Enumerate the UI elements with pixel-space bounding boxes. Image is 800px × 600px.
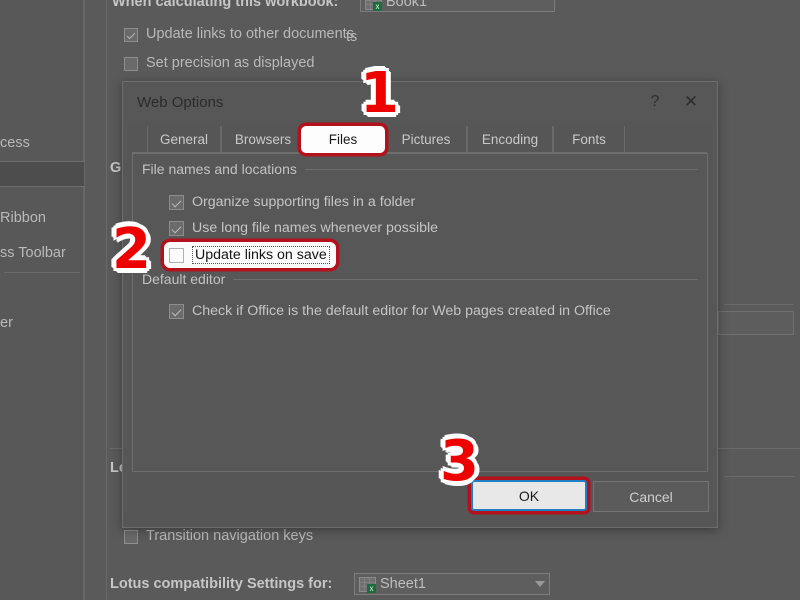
- ok-button[interactable]: OK: [471, 480, 587, 511]
- dialog-titlebar-buttons: ? ✕: [637, 87, 717, 117]
- step-number: 3: [440, 429, 479, 494]
- tab-pictures[interactable]: Pictures: [385, 126, 467, 153]
- lotus-settings-label: Lotus compatibility Settings for:: [110, 576, 333, 592]
- sidebar-border: [84, 0, 85, 600]
- tab-label: Pictures: [401, 132, 451, 147]
- checkbox-transition-navigation-keys-label: Transition navigation keys: [146, 528, 314, 544]
- cancel-button[interactable]: Cancel: [593, 481, 709, 512]
- sidebar-item-quick-access-toolbar[interactable]: ss Toolbar: [0, 240, 84, 266]
- group-label: File names and locations: [142, 161, 297, 177]
- dialog-titlebar[interactable]: Web Options ? ✕: [123, 82, 717, 122]
- background-rule-1: [724, 304, 794, 305]
- option-label: Organize supporting files in a folder: [192, 194, 416, 210]
- workbook-combo-value: Book1: [386, 0, 428, 10]
- step-badge-2: 2: [112, 222, 151, 278]
- dialog-tabstrip: General Browsers Files Pictures Encoding…: [123, 122, 717, 153]
- checkbox-icon[interactable]: [169, 247, 184, 263]
- tab-label: Encoding: [481, 132, 539, 147]
- workbook-section-label: When calculating this workbook:: [112, 0, 339, 10]
- sidebar-item-customize-ribbon[interactable]: Ribbon: [0, 205, 84, 231]
- option-label: Use long file names whenever possible: [192, 220, 439, 236]
- group-rule: [233, 278, 698, 280]
- sidebar-item-label: cess: [0, 135, 30, 151]
- tab-label: General: [159, 132, 209, 147]
- option-use-long-file-names[interactable]: Use long file names whenever possible: [169, 218, 438, 238]
- tab-fonts[interactable]: Fonts: [553, 126, 625, 153]
- workbook-combo[interactable]: Book1: [360, 0, 555, 12]
- web-options-dialog: Web Options ? ✕ General Browsers Files P…: [122, 81, 718, 528]
- background-input-box[interactable]: [718, 311, 794, 335]
- option-check-if-office-default-editor[interactable]: Check if Office is the default editor fo…: [169, 301, 611, 321]
- option-update-links-on-save[interactable]: Update links on save: [164, 242, 336, 268]
- tab-browsers[interactable]: Browsers: [221, 126, 305, 153]
- tab-general[interactable]: General: [147, 126, 221, 153]
- content-left-edge: [106, 0, 107, 600]
- sidebar-item-label: er: [0, 315, 13, 331]
- option-organize-supporting-files[interactable]: Organize supporting files in a folder: [169, 192, 415, 212]
- excel-file-icon: [365, 0, 382, 11]
- tab-label: Browsers: [234, 132, 292, 147]
- tab-label: Files: [328, 132, 358, 147]
- background-right-cut-label: ts: [346, 29, 358, 45]
- lotus-sheet-combo[interactable]: Sheet1: [354, 573, 550, 595]
- group-default-editor: Default editor: [142, 271, 698, 287]
- cancel-button-label: Cancel: [629, 488, 673, 505]
- options-sidebar: cess Ribbon ss Toolbar er: [0, 0, 84, 600]
- sidebar-item-access[interactable]: cess: [0, 130, 84, 156]
- group-rule: [304, 168, 698, 170]
- background-rule-3: [724, 476, 794, 477]
- sidebar-item-trust-center[interactable]: er: [0, 310, 84, 336]
- sidebar-item-label: ss Toolbar: [0, 245, 66, 261]
- dialog-footer: OK Cancel: [123, 470, 717, 527]
- help-icon[interactable]: ?: [637, 87, 673, 117]
- step-badge-1: 1: [360, 66, 399, 122]
- sidebar-item-selected[interactable]: [0, 161, 84, 187]
- tab-files[interactable]: Files: [301, 126, 385, 153]
- checkbox-icon[interactable]: [169, 303, 184, 319]
- step-badge-3: 3: [440, 434, 479, 490]
- checkbox-set-precision[interactable]: [124, 57, 138, 71]
- dialog-title: Web Options: [137, 93, 224, 111]
- option-label: Update links on save: [192, 246, 330, 264]
- checkbox-icon[interactable]: [169, 220, 184, 236]
- checkbox-set-precision-label: Set precision as displayed: [146, 55, 315, 71]
- group-file-names-and-locations: File names and locations: [142, 161, 698, 177]
- checkbox-transition-navigation-keys[interactable]: [124, 530, 138, 544]
- sidebar-divider: [4, 272, 80, 273]
- step-number: 2: [112, 217, 151, 282]
- sidebar-item-label: Ribbon: [0, 210, 46, 226]
- option-label: Check if Office is the default editor fo…: [192, 303, 611, 319]
- checkbox-icon[interactable]: [169, 194, 184, 210]
- tab-encoding[interactable]: Encoding: [467, 126, 553, 153]
- group-label-g: G: [110, 160, 122, 176]
- step-number: 1: [360, 61, 399, 126]
- dialog-body-panel: File names and locations Organize suppor…: [132, 153, 708, 472]
- lotus-sheet-combo-value: Sheet1: [380, 576, 426, 592]
- chevron-down-icon: [535, 581, 545, 587]
- close-icon[interactable]: ✕: [673, 87, 709, 117]
- group-label: Default editor: [142, 271, 226, 287]
- checkbox-update-links-other-docs[interactable]: [124, 28, 138, 42]
- ok-button-label: OK: [518, 487, 540, 504]
- tab-label: Fonts: [572, 132, 606, 147]
- checkbox-update-links-other-docs-label: Update links to other documents: [146, 26, 354, 42]
- excel-sheet-icon: [359, 576, 376, 593]
